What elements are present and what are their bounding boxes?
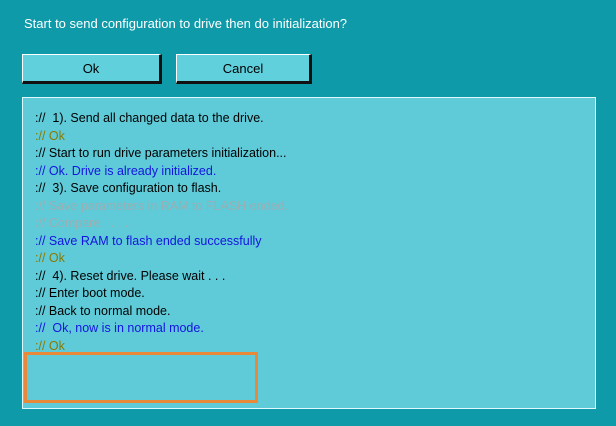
log-line: :// Save RAM to flash ended successfully [35, 233, 262, 248]
log-line: :// 1). Send all changed data to the dri… [35, 111, 264, 125]
log-line: :// Ok [35, 251, 65, 265]
log-line: :// Compare . . . . . [35, 216, 136, 230]
log-line: :// Ok [35, 338, 65, 353]
log-line: :// Save parameters in RAM to FLASH ende… [35, 198, 288, 213]
log-output-panel[interactable]: :// 1). Send all changed data to the dri… [22, 97, 596, 409]
log-line: :// 4). Reset drive. Please wait . . . [35, 268, 226, 283]
dialog-prompt: Start to send configuration to drive the… [24, 16, 348, 31]
confirm-dialog: Start to send configuration to drive the… [0, 0, 616, 426]
cancel-button[interactable]: Cancel [176, 54, 312, 84]
log-line: :// Ok, now is in normal mode. [35, 321, 204, 335]
log-line: :// Start to run drive parameters initia… [35, 146, 287, 160]
log-line: :// Ok. Drive is already initialized. [35, 163, 217, 178]
log-line: :// Ok [35, 128, 65, 143]
log-line: :// 3). Save configuration to flash. [35, 181, 222, 195]
log-line: :// Back to normal mode. [35, 303, 171, 318]
ok-button[interactable]: Ok [22, 54, 162, 84]
log-line: :// Enter boot mode. [35, 286, 145, 300]
